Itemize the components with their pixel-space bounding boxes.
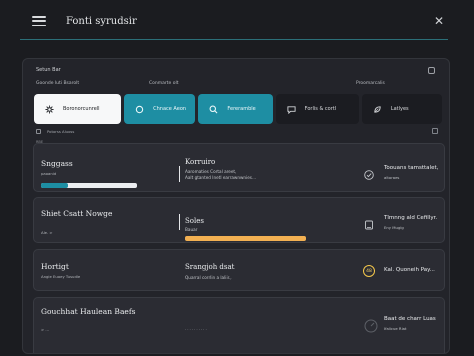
progress-bar bbox=[185, 236, 306, 241]
menu-icon[interactable] bbox=[32, 16, 46, 26]
card-detail-title: Soles bbox=[185, 217, 204, 225]
segment-boronorcunrell[interactable]: Boronorcunrell bbox=[34, 94, 122, 124]
list-card[interactable]: Shiet Csatt Nowge Ale. > Soles Bauar Tlm… bbox=[33, 197, 445, 243]
list-card[interactable]: Gouchhat Haulean Baefs > ... ·········· … bbox=[33, 297, 445, 353]
list-card[interactable]: Snggass paoanid Korruiro Aaromaties Cort… bbox=[33, 143, 445, 192]
segment-chnace-aeon[interactable]: Chnace Aeon bbox=[124, 94, 196, 124]
card-subtitle: paoanid bbox=[41, 171, 57, 176]
leaf-icon bbox=[373, 105, 382, 114]
gear-icon bbox=[45, 104, 54, 114]
card-status-title: Baat de charr Luas bbox=[384, 316, 436, 322]
segment-caption-1: Goonde luti Bsarolt bbox=[36, 81, 80, 86]
card-title: Gouchhat Haulean Baefs bbox=[41, 307, 136, 316]
toggle-icon[interactable] bbox=[36, 128, 41, 134]
card-status-sub: altoraes bbox=[384, 175, 400, 180]
segment-label: Fereramble bbox=[227, 106, 256, 112]
settings-panel: Setun Bar Goonde luti Bsarolt Conmarte o… bbox=[22, 58, 450, 354]
card-status-title: Toouans tamsttalet, bbox=[384, 165, 439, 171]
progress-fill bbox=[41, 183, 68, 188]
panel-title: Setun Bar bbox=[36, 67, 61, 73]
panel-settings-icon[interactable] bbox=[428, 67, 435, 74]
card-status-title: Tlmnng ald Cefillyr. bbox=[384, 215, 438, 221]
card-subtitle: Angie Euoey Tusudle bbox=[41, 274, 81, 279]
pagination-dots: ·········· bbox=[185, 327, 208, 332]
card-detail-title: Srangjoh dsat bbox=[185, 263, 235, 271]
badge-icon: 48 bbox=[363, 265, 375, 277]
card-status-title: Kal. Quoneih Pay... bbox=[384, 267, 435, 273]
chat-icon bbox=[287, 105, 296, 114]
segmented-control: Boronorcunrell Chnace Aeon Fereramble Fo… bbox=[34, 94, 442, 124]
tablet-icon bbox=[364, 215, 374, 230]
progress-bar bbox=[41, 183, 137, 188]
segment-forlis-cortl[interactable]: Forlis & cortl bbox=[275, 94, 359, 124]
segment-label: Boronorcunrell bbox=[63, 106, 100, 112]
card-detail-title: Korruiro bbox=[185, 158, 216, 166]
card-subtitle: > ... bbox=[41, 327, 50, 332]
header-divider bbox=[20, 39, 448, 40]
card-detail-line: Bauar bbox=[185, 227, 198, 232]
search-icon bbox=[209, 105, 218, 114]
dial-icon bbox=[364, 318, 378, 333]
checkbox[interactable] bbox=[432, 128, 438, 134]
card-subtitle: Ale. > bbox=[41, 230, 53, 235]
segment-label: Latlyes bbox=[390, 106, 409, 112]
circle-icon bbox=[135, 105, 144, 114]
close-icon[interactable]: ✕ bbox=[434, 14, 444, 28]
divider bbox=[179, 214, 180, 230]
list-card[interactable]: Hortigt Angie Euoey Tusudle Srangjoh dsa… bbox=[33, 249, 445, 291]
options-label: Potorss Aluoss bbox=[47, 128, 75, 134]
progress-fill bbox=[185, 236, 306, 241]
options-row: Potorss Aluoss bbox=[36, 128, 438, 134]
card-title: Shiet Csatt Nowge bbox=[41, 209, 113, 218]
divider bbox=[179, 166, 180, 182]
card-status-sub: Eny Muglg bbox=[384, 225, 404, 230]
segment-caption-2: Conmarte olt bbox=[149, 81, 179, 86]
card-title: Snggass bbox=[41, 159, 73, 168]
window-title: Fonti syrudsir bbox=[66, 15, 137, 27]
segment-latlyes[interactable]: Latlyes bbox=[361, 94, 442, 124]
segment-label: Chnace Aeon bbox=[153, 106, 187, 112]
segment-fereramble[interactable]: Fereramble bbox=[198, 94, 273, 124]
segment-caption-3: Proomarcalis bbox=[356, 81, 385, 86]
segment-label: Forlis & cortl bbox=[304, 106, 337, 112]
check-circle-icon bbox=[364, 165, 374, 180]
card-title: Hortigt bbox=[41, 262, 69, 271]
card-detail-line: Quarral corrlin a laliir., bbox=[185, 275, 232, 280]
top-bar: Fonti syrudsir ✕ bbox=[18, 3, 450, 39]
card-status-sub: Ifalicue Riat bbox=[384, 326, 407, 331]
card-detail-line: Aalt gtanted lnetl earrawnwnies... bbox=[185, 175, 256, 180]
